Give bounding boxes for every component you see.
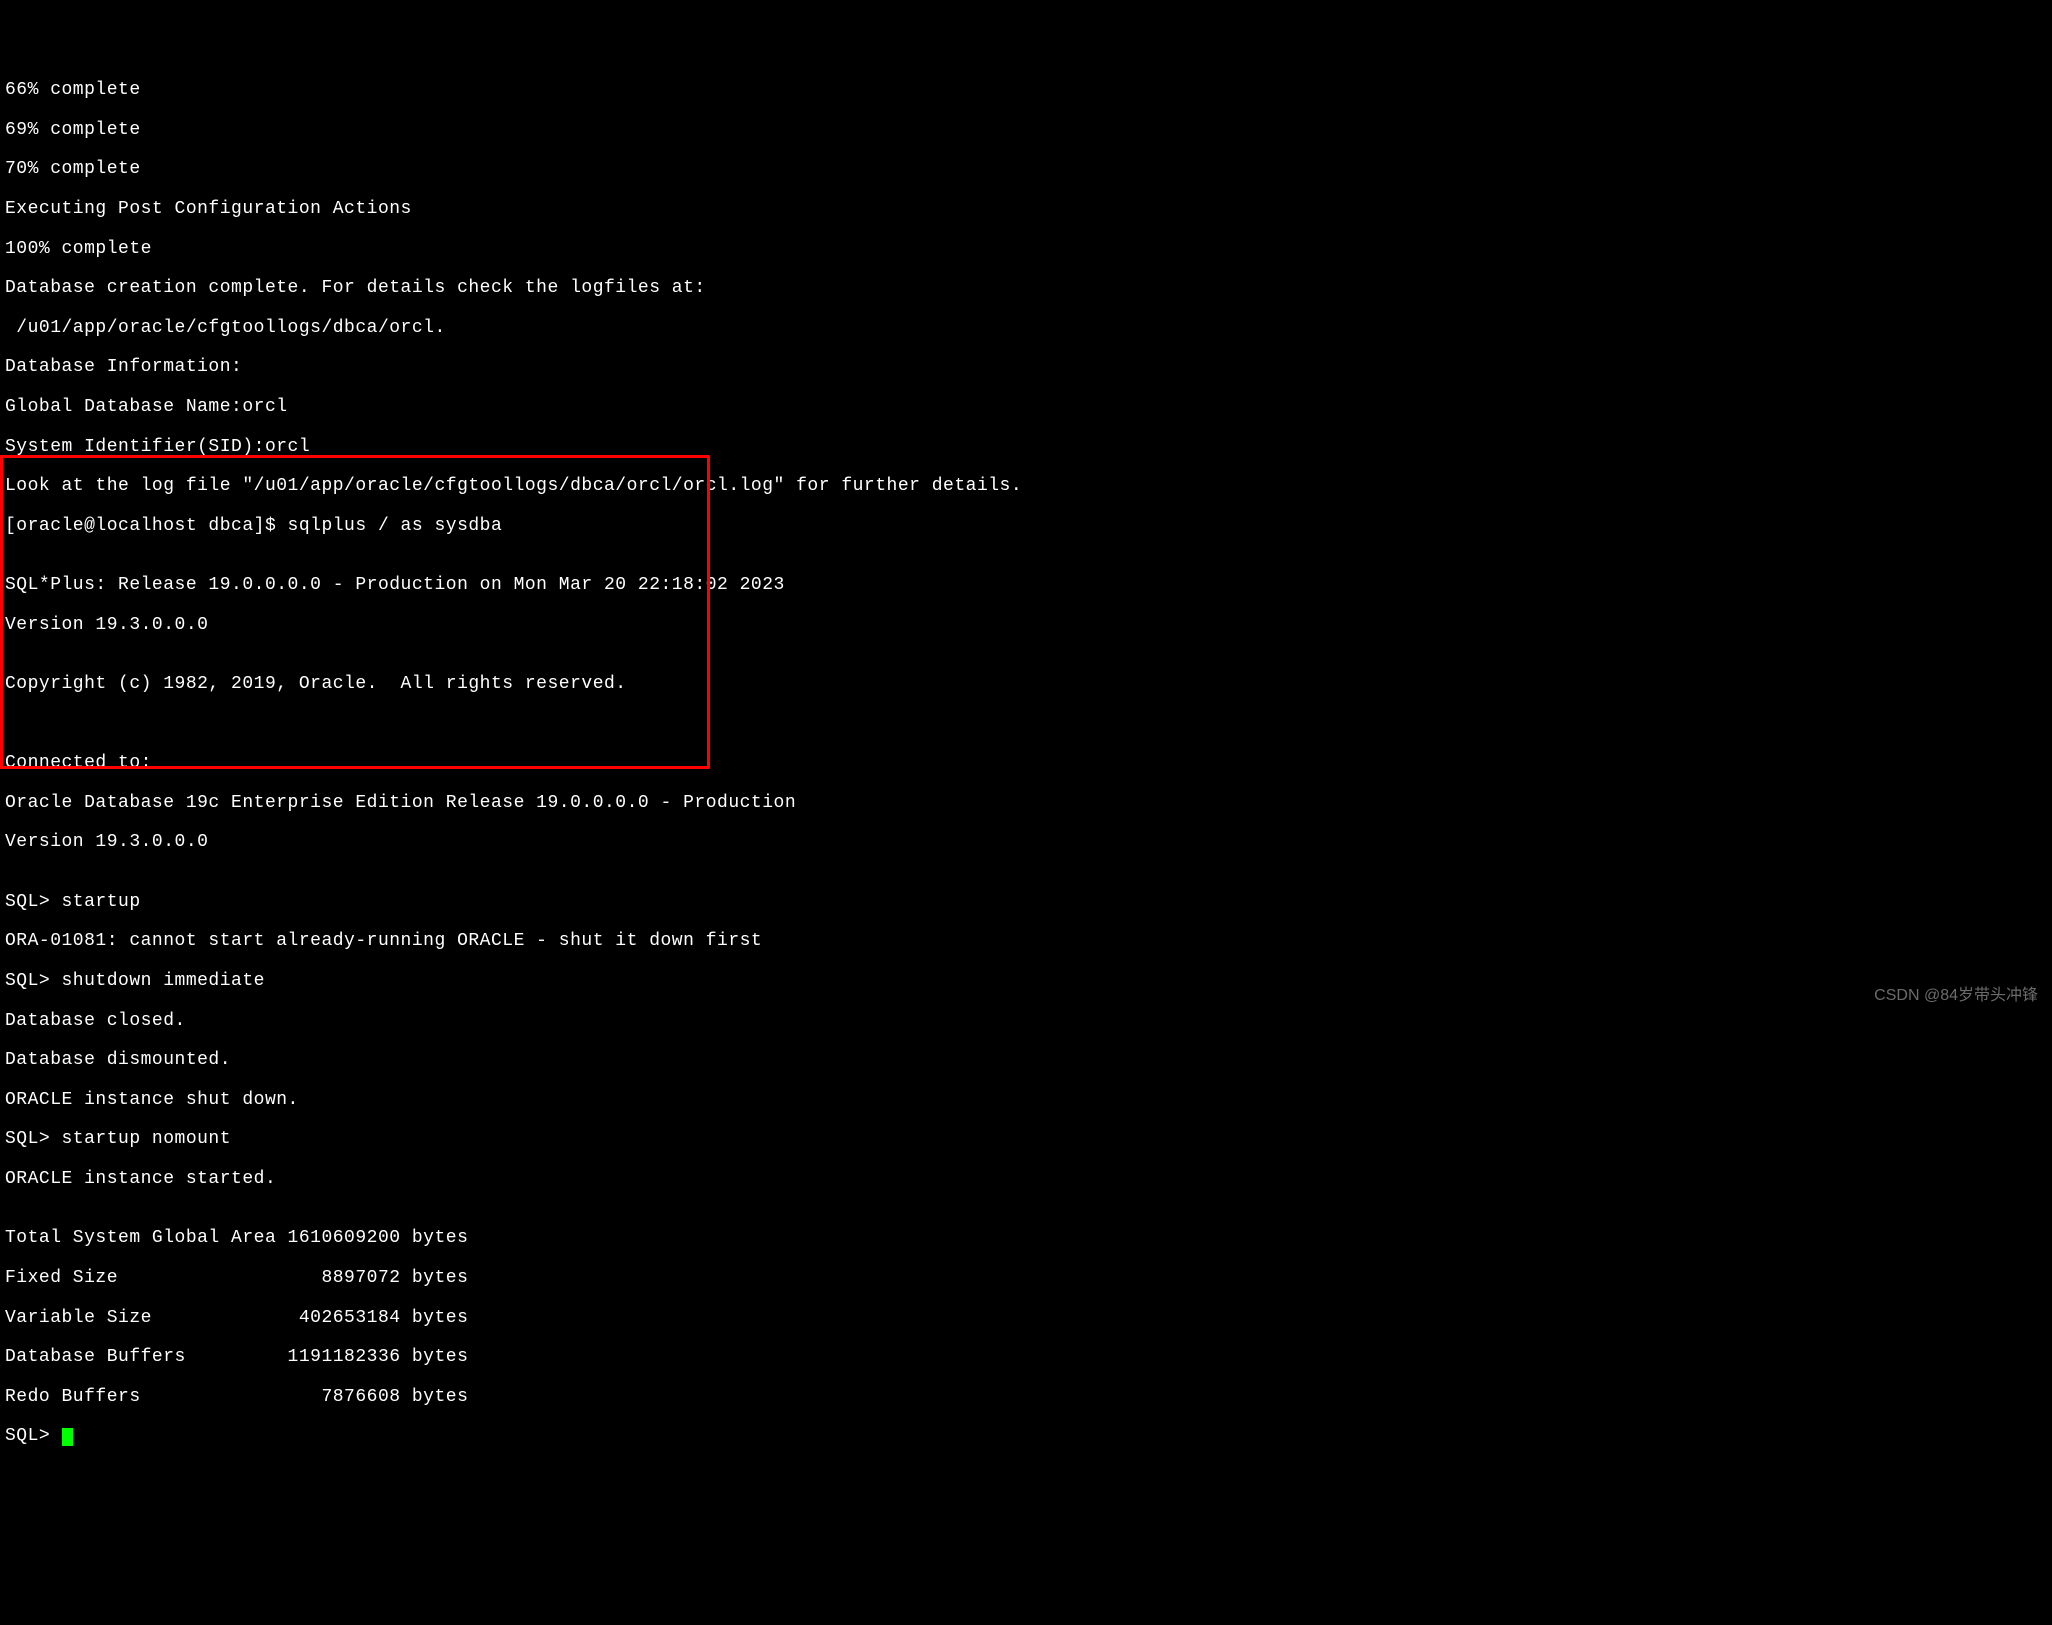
terminal-output-line: Database dismounted. bbox=[5, 1051, 2047, 1071]
csdn-watermark: CSDN @84岁带头冲锋 bbox=[1874, 987, 2038, 1005]
terminal-output-line: Database closed. bbox=[5, 1012, 2047, 1032]
sql-prompt-line: SQL> shutdown immediate bbox=[5, 972, 2047, 992]
terminal-output-line: ORACLE instance started. bbox=[5, 1170, 2047, 1190]
terminal-output-line: Connected to: bbox=[5, 754, 2047, 774]
sql-prompt-active[interactable]: SQL> bbox=[5, 1427, 2047, 1447]
terminal-output-line: Fixed Size 8897072 bytes bbox=[5, 1269, 2047, 1289]
terminal-output-line: 100% complete bbox=[5, 240, 2047, 260]
terminal-output-line: 69% complete bbox=[5, 121, 2047, 141]
terminal-output-line: Global Database Name:orcl bbox=[5, 398, 2047, 418]
terminal-output-line: Redo Buffers 7876608 bytes bbox=[5, 1388, 2047, 1408]
annotation-highlight-box bbox=[0, 455, 710, 769]
terminal-output-line: Total System Global Area 1610609200 byte… bbox=[5, 1229, 2047, 1249]
terminal-output-line: SQL*Plus: Release 19.0.0.0.0 - Productio… bbox=[5, 576, 2047, 596]
terminal-output-line: Variable Size 402653184 bytes bbox=[5, 1309, 2047, 1329]
terminal-output-line: Copyright (c) 1982, 2019, Oracle. All ri… bbox=[5, 675, 2047, 695]
terminal-output-line: /u01/app/oracle/cfgtoollogs/dbca/orcl. bbox=[5, 319, 2047, 339]
terminal-cursor bbox=[62, 1428, 73, 1446]
terminal-output-line: Database Buffers 1191182336 bytes bbox=[5, 1348, 2047, 1368]
terminal-output-line: 66% complete bbox=[5, 81, 2047, 101]
terminal-output-line: Oracle Database 19c Enterprise Edition R… bbox=[5, 794, 2047, 814]
terminal-output-line: 70% complete bbox=[5, 160, 2047, 180]
sql-prompt-text: SQL> bbox=[5, 1426, 62, 1446]
terminal-output-line: System Identifier(SID):orcl bbox=[5, 438, 2047, 458]
sql-prompt-line: SQL> startup bbox=[5, 893, 2047, 913]
shell-prompt-line: [oracle@localhost dbca]$ sqlplus / as sy… bbox=[5, 517, 2047, 537]
terminal-output-line: Look at the log file "/u01/app/oracle/cf… bbox=[5, 477, 2047, 497]
terminal-output-line: ORACLE instance shut down. bbox=[5, 1091, 2047, 1111]
terminal-output-line: Version 19.3.0.0.0 bbox=[5, 616, 2047, 636]
terminal-output-line: Version 19.3.0.0.0 bbox=[5, 833, 2047, 853]
terminal-output-line: Database creation complete. For details … bbox=[5, 279, 2047, 299]
terminal-output-line: Executing Post Configuration Actions bbox=[5, 200, 2047, 220]
sql-prompt-line: SQL> startup nomount bbox=[5, 1130, 2047, 1150]
terminal-output-line: ORA-01081: cannot start already-running … bbox=[5, 932, 2047, 952]
terminal-output-line: Database Information: bbox=[5, 358, 2047, 378]
